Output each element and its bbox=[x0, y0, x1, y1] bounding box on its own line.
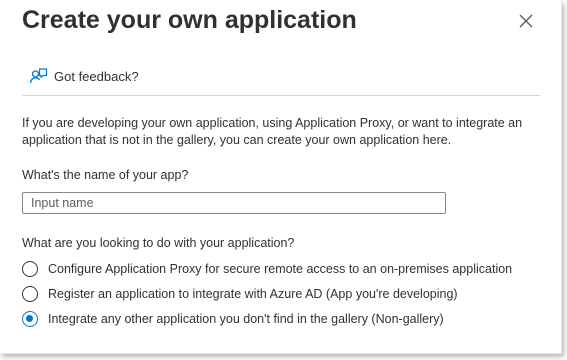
close-button[interactable] bbox=[514, 9, 538, 33]
purpose-question: What are you looking to do with your app… bbox=[22, 236, 295, 250]
got-feedback-link[interactable]: Got feedback? bbox=[29, 64, 139, 88]
radio-unchecked-icon[interactable] bbox=[22, 286, 38, 302]
radio-unchecked-icon[interactable] bbox=[22, 261, 38, 277]
option-register-app[interactable]: Register an application to integrate wit… bbox=[22, 285, 458, 303]
feedback-icon bbox=[29, 67, 48, 86]
app-name-label: What's the name of your app? bbox=[22, 168, 189, 182]
app-name-input[interactable] bbox=[22, 192, 446, 214]
option-label: Register an application to integrate wit… bbox=[48, 287, 458, 301]
divider bbox=[22, 95, 540, 96]
option-label: Integrate any other application you don'… bbox=[48, 312, 444, 326]
panel-title: Create your own application bbox=[22, 6, 357, 34]
radio-checked-icon[interactable] bbox=[22, 311, 38, 327]
got-feedback-label: Got feedback? bbox=[54, 68, 139, 84]
option-configure-app-proxy[interactable]: Configure Application Proxy for secure r… bbox=[22, 260, 512, 278]
description-text: If you are developing your own applicati… bbox=[22, 116, 523, 147]
close-icon bbox=[519, 14, 533, 28]
option-non-gallery[interactable]: Integrate any other application you don'… bbox=[22, 310, 444, 328]
create-app-panel: Create your own application Got feedback… bbox=[0, 0, 562, 354]
option-label: Configure Application Proxy for secure r… bbox=[48, 262, 513, 276]
